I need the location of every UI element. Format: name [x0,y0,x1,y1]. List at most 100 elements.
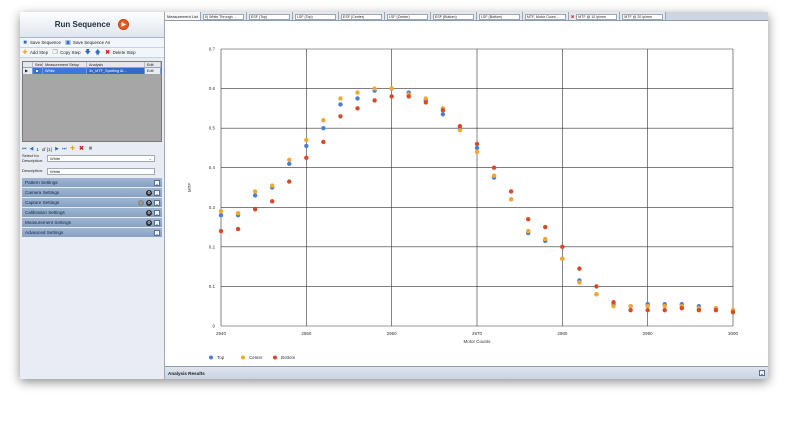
copy-step-button[interactable]: ❐ Copy Step [52,50,80,56]
expand-icon[interactable]: ⌄ [759,370,765,376]
run-play-icon[interactable]: ▶ [118,19,130,30]
section-camera-settings[interactable]: Camera Settings ⚙ ⌄ [22,188,162,197]
row-select-checkbox[interactable] [33,68,43,74]
data-point-bottom [645,307,650,313]
tab-5[interactable]: ESF (Bottom) [430,12,477,20]
gear-icon[interactable]: ⚙ [146,219,152,226]
data-point-center [628,304,633,309]
expand-icon[interactable]: ⌄ [154,189,160,196]
save-sequence-button[interactable]: ■ Save Sequence [22,40,61,46]
grid-header-select[interactable]: Select [33,62,43,67]
grid-header-measurement[interactable]: Measurement Setup [43,62,87,67]
move-up-arrow-icon[interactable]: 🡅 [95,50,101,56]
first-record-icon[interactable]: ⏮ [22,146,27,152]
section-label: Calibration Settings [25,210,65,215]
last-record-icon[interactable]: ⏭ [62,146,67,152]
save-sequence-label: Save Sequence [30,40,62,45]
row-measurement-cell[interactable]: White [43,68,87,74]
section-measurement-settings[interactable]: Measurement Settings ⚙ ⌄ [22,218,162,227]
x-tick-label: 2970 [472,331,483,336]
tab-label: ESF (Bottom) [432,13,474,20]
delete-record-icon[interactable]: ✖ [78,146,84,152]
data-point-bottom [406,94,411,99]
tab-0[interactable]: 0) White Through ... [200,12,247,20]
data-point-center [474,149,480,155]
y-tick-label: 0 [212,324,215,329]
data-point-center [338,96,343,101]
select-for-description-value: White [50,156,61,161]
data-point-bottom [526,216,531,222]
table-row[interactable]: ▶ White 3x_MTF_Spatting &l... Edit [23,68,161,74]
data-point-bottom [270,199,275,204]
data-point-bottom [423,100,428,105]
select-for-description-label: Select for Description: [22,153,44,163]
section-label: Measurement Settings [25,220,71,225]
y-tick-label: 0.4 [209,165,216,170]
select-for-description-dropdown[interactable]: White ⌄ [47,155,155,162]
y-axis-label: MTF [187,183,192,192]
section-capture-settings[interactable]: Capture Settings i ⚙ ⌄ [22,198,162,207]
analysis-results-bar[interactable]: Analysis Results ⌄ [165,366,768,379]
section-calibration-settings[interactable]: Calibration Settings ⚙ ⌄ [22,208,162,217]
step-toolbar: ✚ Add Step ❐ Copy Step 🡇 🡅 ✖ Delete Step [20,48,164,58]
data-point-bottom [628,307,633,313]
add-step-button[interactable]: ✚ Add Step [22,50,48,56]
checkbox-icon[interactable] [35,69,39,73]
next-record-icon[interactable]: ▶ [55,146,59,152]
floppy-disk-as-icon: ▣ [65,39,71,46]
data-point-top [440,112,446,117]
tab-3[interactable]: ESF (Center) [338,12,385,20]
record-navigator: ⏮ ◀ 1 of {1} ▶ ⏭ ✚ ✖ ■ [22,145,93,153]
row-analysis-cell[interactable]: 3x_MTF_Spatting &l... [87,68,145,74]
run-sequence-panel: Run Sequence ▶ ■ Save Sequence ▣ Save Se… [20,12,165,379]
expand-icon[interactable]: ⌄ [154,209,160,216]
gear-icon[interactable]: ⚙ [146,199,152,206]
tab-measurement-list[interactable]: Measurement List [165,12,201,20]
tab-7[interactable]: MTF, Motor Count... [522,12,569,20]
analysis-results-label: Analysis Results [168,370,205,376]
data-point-bottom [713,307,719,313]
section-pattern-settings[interactable]: Pattern Settings ⌄ [22,178,162,187]
application-window: Run Sequence ▶ ■ Save Sequence ▣ Save Se… [20,12,768,379]
description-input[interactable]: White [47,168,155,175]
expand-icon[interactable]: ⌄ [154,219,160,226]
tab-9[interactable]: MTF @ 20 lp/mm [620,12,667,20]
save-sequence-as-button[interactable]: ▣ Save Sequence As [65,40,110,46]
tab-8[interactable]: ✖ MTF @ 10 lp/mm [568,12,621,20]
data-point-center [457,127,463,133]
data-point-center [645,304,650,309]
add-record-icon[interactable]: ✚ [69,146,75,152]
y-tick-label: 0.5 [209,126,216,131]
grid-header-edit[interactable]: Edit [145,62,161,67]
current-record-number[interactable]: 1 [36,147,38,152]
data-point-bottom [440,108,446,113]
save-record-icon[interactable]: ■ [87,146,93,152]
move-down-arrow-icon[interactable]: 🡇 [85,50,91,56]
expand-icon[interactable]: ⌄ [154,229,160,236]
row-edit-cell[interactable]: Edit [145,68,161,74]
gear-icon[interactable]: ⚙ [146,189,152,196]
section-advanced-settings[interactable]: Advanced Settings ⌄ [22,228,162,237]
data-point-center [287,157,292,162]
tab-4[interactable]: LSF (Center) [384,12,431,20]
tab-2[interactable]: LSF (Top) [292,12,339,20]
delete-step-button[interactable]: ✖ Delete Step [105,50,135,56]
expand-icon[interactable]: ⌄ [154,199,160,206]
close-tab-icon[interactable]: ✖ [571,14,574,19]
gear-icon[interactable]: ⚙ [146,209,152,216]
grid-header-analysis[interactable]: Analysis [87,62,145,67]
tab-1[interactable]: ESF (Top) [246,12,293,20]
y-tick-label: 0.2 [209,244,216,249]
tab-6[interactable]: LSF (Bottom) [476,12,523,20]
tab-label: LSF (Bottom) [478,13,520,20]
expand-icon[interactable]: ⌄ [154,179,160,186]
x-tick-label: 3000 [728,331,739,336]
legend-marker-center [241,355,245,360]
data-point-top [338,102,343,107]
info-icon[interactable]: i [138,199,144,206]
mtf-scatter-chart: 0 0.1 0.2 0.3 0.4 0.5 0.6 0.7 2940 2950 2960 2970 29… [187,47,739,361]
tab-label: MTF @ 10 lp/mm [576,13,618,20]
legend-label-bottom: Bottom [281,355,296,360]
previous-record-icon[interactable]: ◀ [30,146,34,152]
run-sequence-title: Run Sequence [54,20,111,29]
